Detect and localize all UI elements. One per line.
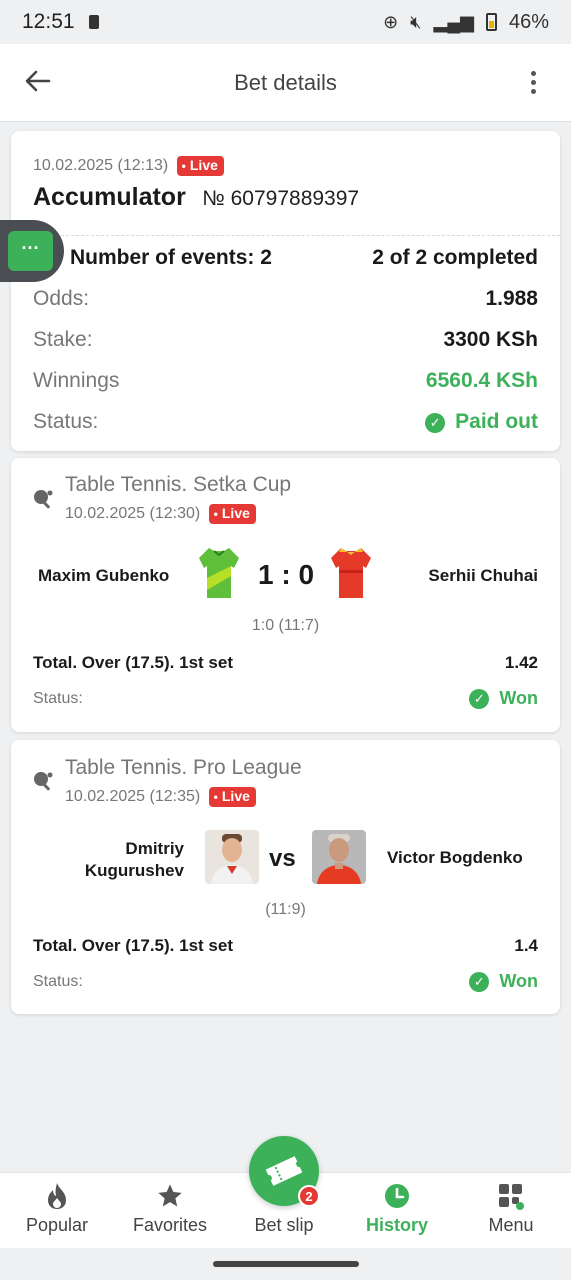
app-bar: Bet details [0, 44, 571, 122]
odds-value: 1.988 [485, 287, 538, 310]
nav-menu-label: Menu [488, 1215, 534, 1235]
winnings-value: 6560.4 KSh [425, 369, 538, 392]
signal-icon: ▂▄▆ [433, 11, 474, 32]
set-score: 1:0 (11:7) [251, 617, 320, 634]
battery-percent: 46% [508, 10, 549, 33]
home-player: Maxim Gubenko [38, 566, 170, 585]
nav-history-label: History [365, 1215, 428, 1235]
status-label: Status: [33, 690, 83, 707]
stake-value: 3300 KSh [443, 328, 538, 351]
nav-favorites[interactable]: Favorites [113, 1181, 227, 1236]
nav-favorites-label: Favorites [132, 1215, 208, 1235]
market-name: Total. Over (17.5). 1st set [33, 936, 233, 955]
status-value: Paid out [455, 410, 538, 433]
battery-icon [485, 13, 497, 31]
score: 1 : 0 [258, 559, 315, 590]
status-label: Status: [33, 973, 83, 990]
events-count: Number of events: 2 [70, 246, 272, 269]
away-player: Victor Bogdenko [387, 848, 523, 867]
lock-icon [88, 15, 99, 29]
more-vertical-icon [530, 71, 536, 94]
jersey-red-icon [331, 548, 371, 598]
nav-history[interactable]: History [340, 1181, 454, 1236]
status-won: ✓ Won [469, 971, 538, 992]
home-player-photo [205, 830, 259, 884]
event-card[interactable]: Table Tennis. Setka Cup 10.02.2025 (12:3… [11, 458, 560, 732]
live-badge: Live [176, 156, 224, 176]
ticket-icon [265, 1156, 303, 1186]
bet-number: № 60797889397 [202, 187, 360, 210]
table-tennis-icon [34, 772, 53, 791]
market-odds: 1.42 [504, 653, 538, 672]
back-button[interactable] [0, 66, 76, 100]
away-player: Serhii Chuhai [428, 566, 538, 585]
bet-slip-count-badge: 2 [298, 1185, 320, 1207]
page-title: Bet details [234, 69, 337, 95]
league-name: Table Tennis. Setka Cup [65, 473, 292, 496]
side-menu-tab[interactable]: ··· [0, 220, 64, 282]
divider [11, 235, 560, 236]
status-won: ✓ Won [469, 688, 538, 709]
event-card[interactable]: Table Tennis. Pro League 10.02.2025 (12:… [11, 740, 560, 1014]
mute-icon: 🔇︎ [410, 11, 422, 32]
live-badge: Live [208, 787, 256, 807]
arrow-left-icon [25, 70, 51, 91]
check-circle-icon: ✓ [425, 413, 446, 433]
odds-label: Odds: [33, 287, 90, 310]
status-bar: 12:51 ⊕ 🔇︎ ▂▄▆ 46% [0, 0, 571, 44]
market-name: Total. Over (17.5). 1st set [33, 653, 233, 672]
home-player-last: Kugurushev [84, 861, 184, 880]
status-value: Won [499, 971, 538, 991]
market-odds: 1.4 [514, 936, 538, 955]
set-score: (11:9) [265, 901, 306, 918]
check-circle-icon: ✓ [469, 972, 490, 992]
status-time: 12:51 [22, 10, 75, 33]
home-indicator[interactable] [213, 1261, 359, 1267]
bet-datetime: 10.02.2025 (12:13) [33, 157, 169, 174]
status-label: Status: [33, 410, 99, 433]
home-player-first: Dmitriy [125, 839, 184, 858]
winnings-label: Winnings [33, 369, 120, 392]
stake-label: Stake: [33, 328, 93, 351]
bet-summary-card: 10.02.2025 (12:13) Live Accumulator № 60… [11, 131, 560, 451]
event-datetime: 10.02.2025 (12:30) [65, 505, 201, 522]
event-datetime: 10.02.2025 (12:35) [65, 788, 201, 805]
star-icon [113, 1181, 227, 1211]
league-name: Table Tennis. Pro League [65, 756, 302, 779]
data-saver-icon: ⊕ [383, 11, 399, 32]
bet-type: Accumulator [33, 183, 186, 211]
live-badge: Live [208, 504, 256, 524]
flame-icon [0, 1181, 114, 1211]
home-player: Dmitriy Kugurushev [85, 838, 184, 882]
nav-popular[interactable]: Popular [0, 1181, 114, 1236]
away-player-photo [312, 830, 366, 884]
jersey-green-icon [199, 548, 239, 598]
more-options-button[interactable] [495, 71, 571, 94]
grid-menu-icon [454, 1181, 568, 1211]
completed-count: 2 of 2 completed [372, 246, 538, 269]
check-circle-icon: ✓ [469, 689, 490, 709]
status-paid-out: ✓ Paid out [425, 410, 538, 434]
nav-popular-label: Popular [25, 1215, 89, 1235]
more-horizontal-icon: ··· [8, 231, 53, 271]
nav-bet-slip[interactable]: Bet slip [227, 1211, 341, 1236]
nav-menu[interactable]: Menu [454, 1181, 568, 1236]
status-value: Won [499, 688, 538, 708]
versus-label: vs [269, 845, 296, 872]
table-tennis-icon [34, 490, 53, 509]
nav-bet-slip-label: Bet slip [254, 1215, 314, 1235]
clock-icon [340, 1181, 454, 1211]
